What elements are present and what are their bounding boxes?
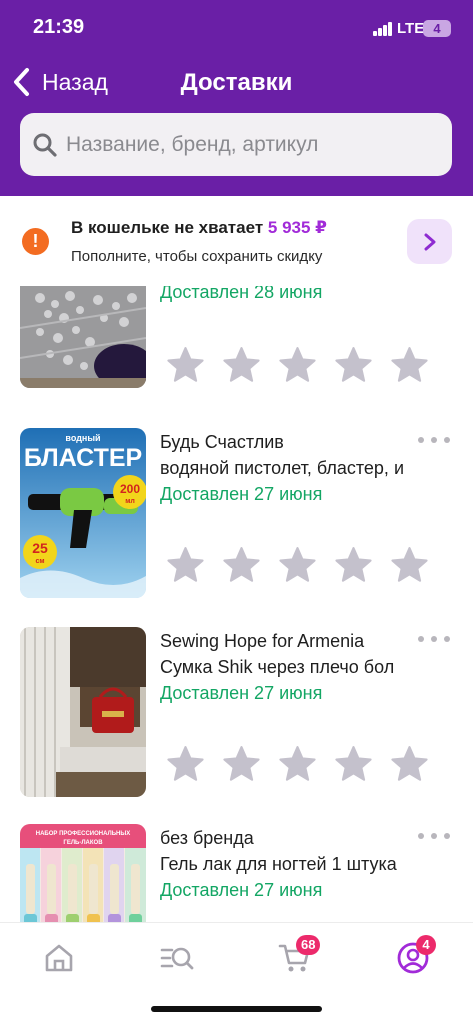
rating-stars[interactable]: [165, 345, 430, 386]
star-icon[interactable]: [277, 345, 318, 386]
home-icon: [45, 944, 73, 972]
more-options-button[interactable]: [418, 632, 450, 646]
wallet-topup-button[interactable]: [407, 219, 452, 264]
star-icon[interactable]: [165, 345, 206, 386]
wallet-banner-title: В кошельке не хватает 5 935 ₽: [71, 218, 327, 238]
search-bar[interactable]: [20, 113, 452, 176]
star-icon[interactable]: [333, 345, 374, 386]
more-options-button[interactable]: [418, 433, 450, 447]
delivery-item[interactable]: водный БЛАСТЕР 200 мл 25 см Будь Счастли…: [0, 408, 473, 598]
bag-image: [20, 627, 146, 797]
tab-cart[interactable]: 68: [278, 935, 321, 981]
more-options-button[interactable]: [418, 829, 450, 843]
star-icon[interactable]: [221, 545, 262, 586]
header: 21:39 LTE 4 Назад Доставки: [0, 0, 473, 196]
product-image[interactable]: [20, 627, 146, 797]
product-brand: Sewing Hope for Armenia: [160, 631, 365, 651]
gel-image-line1: НАБОР ПРОФЕССИОНАЛЬНЫХ: [36, 831, 130, 837]
product-name: водяной пистолет, бластер, и: [160, 458, 404, 478]
warning-icon: !: [22, 228, 49, 255]
blaster-volume-value: 200: [120, 482, 140, 496]
delivery-item[interactable]: НАБОР ПРОФЕССИОНАЛЬНЫХ ГЕЛЬ-ЛАКОВ без бр…: [0, 806, 473, 922]
star-icon[interactable]: [389, 545, 430, 586]
star-icon[interactable]: [221, 744, 262, 785]
delivery-item[interactable]: Sewing Hope for Armenia Сумка Shik через…: [0, 607, 473, 797]
status-bar: 21:39 LTE 4: [0, 0, 473, 56]
star-icon[interactable]: [165, 545, 206, 586]
rhinestones-image: [20, 286, 146, 388]
search-input[interactable]: [66, 132, 426, 157]
delivery-status: Доставлен 27 июня: [160, 484, 323, 504]
star-icon[interactable]: [389, 345, 430, 386]
product-image[interactable]: водный БЛАСТЕР 200 мл 25 см: [20, 428, 146, 598]
signal-icon: [373, 22, 393, 36]
cart-badge: 68: [296, 935, 321, 955]
product-image[interactable]: [20, 286, 146, 388]
star-icon[interactable]: [277, 744, 318, 785]
tab-profile[interactable]: 4: [396, 935, 436, 981]
water-blaster-image: водный БЛАСТЕР 200 мл 25 см: [20, 428, 146, 598]
product-brand: без бренда: [160, 828, 254, 848]
product-name: Сумка Shik через плечо бол: [160, 657, 395, 677]
star-icon[interactable]: [333, 545, 374, 586]
star-icon[interactable]: [221, 345, 262, 386]
chevron-right-icon: [424, 233, 435, 250]
star-icon[interactable]: [389, 744, 430, 785]
catalog-search-icon: [160, 947, 194, 970]
tab-catalog[interactable]: [160, 941, 200, 981]
product-name: Гель лак для ногтей 1 штука: [160, 854, 397, 874]
wallet-banner-subtitle: Пополните, чтобы сохранить скидку: [71, 248, 323, 265]
delivery-status: Доставлен 27 июня: [160, 880, 323, 900]
delivery-status: Доставлен 27 июня: [160, 683, 323, 703]
star-icon[interactable]: [333, 744, 374, 785]
gel-image-line2: ГЕЛЬ-ЛАКОВ: [63, 840, 103, 846]
star-icon[interactable]: [165, 744, 206, 785]
delivery-item[interactable]: Доставлен 28 июня: [0, 286, 473, 388]
blaster-volume-unit: мл: [125, 498, 135, 505]
wallet-banner-title-text: В кошельке не хватает: [71, 218, 264, 237]
home-indicator: [151, 1006, 322, 1012]
blaster-length-unit: см: [35, 558, 44, 565]
gel-polish-image: НАБОР ПРОФЕССИОНАЛЬНЫХ ГЕЛЬ-ЛАКОВ: [20, 824, 146, 922]
blaster-image-line1: водный: [65, 433, 100, 443]
blaster-image-line2: БЛАСТЕР: [24, 444, 142, 472]
wallet-banner: ! В кошельке не хватает 5 935 ₽ Пополнит…: [0, 196, 473, 286]
delivery-status: Доставлен 28 июня: [160, 286, 323, 302]
profile-badge: 4: [416, 935, 436, 955]
battery-icon: 4: [423, 20, 451, 37]
rating-stars[interactable]: [165, 744, 430, 785]
rating-stars[interactable]: [165, 545, 430, 586]
network-label: LTE: [397, 20, 425, 37]
star-icon[interactable]: [277, 545, 318, 586]
deliveries-list[interactable]: Доставлен 28 июня водный БЛАСТЕР 200 мл …: [0, 286, 473, 922]
status-time: 21:39: [33, 16, 85, 38]
search-icon: [33, 133, 57, 157]
nav-bar: Назад Доставки: [0, 60, 473, 104]
wallet-banner-amount: 5 935 ₽: [267, 218, 327, 237]
blaster-length-value: 25: [32, 540, 48, 556]
page-title: Доставки: [180, 69, 293, 96]
product-brand: Будь Счастлив: [160, 432, 284, 452]
tab-home[interactable]: [42, 941, 82, 981]
product-image[interactable]: НАБОР ПРОФЕССИОНАЛЬНЫХ ГЕЛЬ-ЛАКОВ: [20, 824, 146, 922]
